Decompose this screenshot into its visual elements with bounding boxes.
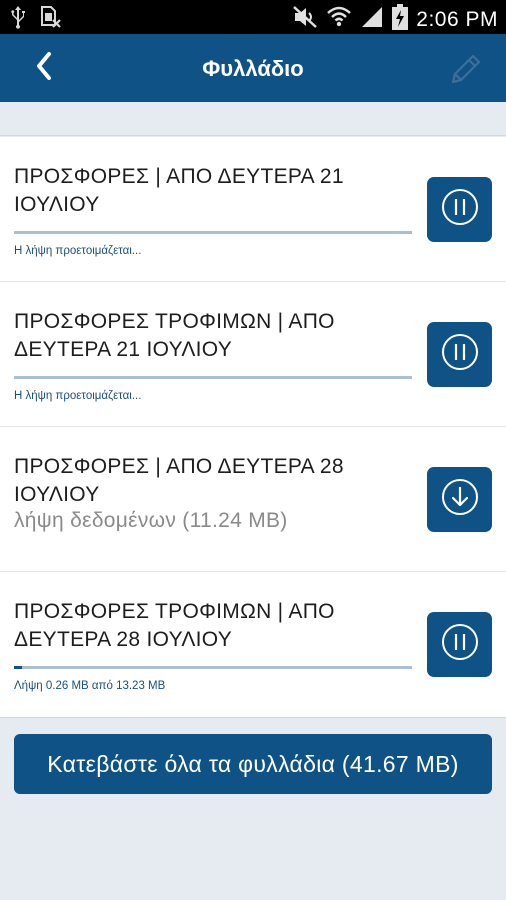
list-item[interactable]: ΠΡΟΣΦΟΡΕΣ ΤΡΟΦΙΜΩΝ | ΑΠΟ ΔΕΥΤΕΡΑ 21 ΙΟΥΛ… [0, 282, 506, 427]
brochure-list: ΠΡΟΣΦΟΡΕΣ | ΑΠΟ ΔΕΥΤΕΡΑ 21 ΙΟΥΛΙΟΥ Η λήψ… [0, 137, 506, 718]
page-title: Φυλλάδιο [202, 56, 304, 81]
edit-button[interactable] [448, 51, 484, 87]
list-item[interactable]: ΠΡΟΣΦΟΡΕΣ | ΑΠΟ ΔΕΥΤΕΡΑ 21 ΙΟΥΛΙΟΥ Η λήψ… [0, 137, 506, 282]
status-bar: 2:06 PM [0, 0, 506, 34]
clock: 2:06 PM [416, 7, 498, 31]
download-button[interactable] [427, 467, 492, 532]
download-status: Η λήψη προετοιμάζεται... [14, 245, 142, 257]
download-status: Η λήψη προετοιμάζεται... [14, 390, 142, 402]
pause-icon [440, 187, 480, 232]
download-progress-bar [14, 376, 412, 379]
brochure-title: ΠΡΟΣΦΟΡΕΣ ΤΡΟΦΙΜΩΝ | ΑΠΟ ΔΕΥΤΕΡΑ 21 ΙΟΥΛ… [14, 310, 335, 361]
brochure-title: ΠΡΟΣΦΟΡΕΣ | ΑΠΟ ΔΕΥΤΕΡΑ 28 ΙΟΥΛΙΟΥ [14, 455, 344, 506]
brochure-title: ΠΡΟΣΦΟΡΕΣ ΤΡΟΦΙΜΩΝ | ΑΠΟ ΔΕΥΤΕΡΑ 28 ΙΟΥΛ… [14, 600, 335, 651]
pause-icon [440, 622, 480, 667]
wifi-icon [326, 5, 352, 34]
download-icon [440, 477, 480, 522]
pause-icon [440, 332, 480, 377]
pause-button[interactable] [427, 177, 492, 242]
sim-blocked-icon [40, 5, 62, 34]
top-spacer [0, 102, 506, 136]
pause-button[interactable] [427, 322, 492, 387]
download-all-button[interactable]: Κατεβάστε όλα τα φυλλάδια (41.67 MB) [14, 734, 492, 794]
download-progress-bar [14, 666, 412, 669]
battery-charging-icon [392, 4, 409, 35]
brochure-title: ΠΡΟΣΦΟΡΕΣ | ΑΠΟ ΔΕΥΤΕΡΑ 21 ΙΟΥΛΙΟΥ [14, 165, 344, 216]
list-item[interactable]: ΠΡΟΣΦΟΡΕΣ ΤΡΟΦΙΜΩΝ | ΑΠΟ ΔΕΥΤΕΡΑ 28 ΙΟΥΛ… [0, 572, 506, 718]
pencil-icon [448, 54, 484, 91]
download-progress-bar [14, 231, 412, 234]
app-bar: Φυλλάδιο [0, 34, 506, 102]
progress-fill [14, 666, 22, 669]
download-status: Λήψη 0.26 MB από 13.23 MB [14, 680, 166, 692]
list-item[interactable]: ΠΡΟΣΦΟΡΕΣ | ΑΠΟ ΔΕΥΤΕΡΑ 28 ΙΟΥΛΙΟΥ λήψη … [0, 427, 506, 572]
signal-icon [360, 5, 384, 34]
brochure-size: λήψη δεδομένων (11.24 MB) [14, 509, 288, 532]
usb-icon [10, 5, 26, 34]
pause-button[interactable] [427, 612, 492, 677]
mute-icon [292, 5, 318, 34]
